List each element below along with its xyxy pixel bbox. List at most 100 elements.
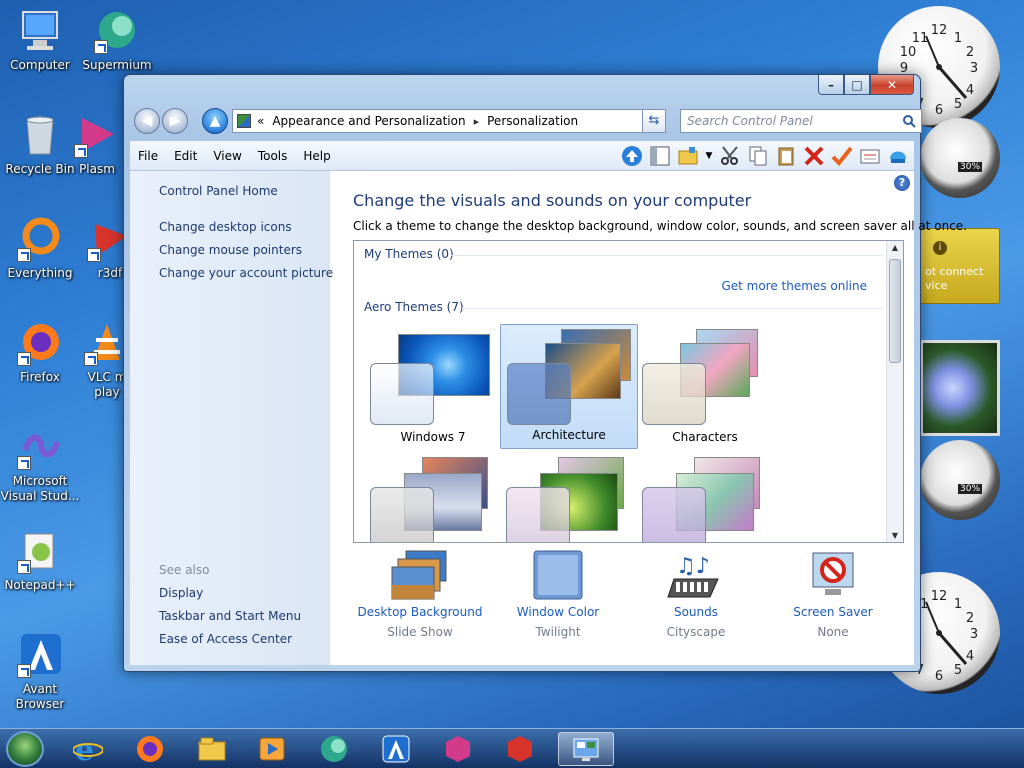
desktop-background-label[interactable]: Desktop Background — [345, 605, 495, 619]
help-icon[interactable]: ? — [894, 175, 910, 191]
breadcrumb-separator-icon[interactable]: ▸ — [474, 115, 480, 128]
back-button[interactable]: ◀ — [134, 108, 160, 134]
sounds-setting[interactable]: ♫♪ Sounds Cityscape — [621, 549, 771, 639]
refresh-icon: ⇆ — [648, 113, 660, 128]
forward-button[interactable]: ▶ — [162, 108, 188, 134]
menu-view[interactable]: View — [205, 149, 249, 163]
taskbar-media-player[interactable] — [248, 732, 296, 766]
theme-scenes[interactable] — [636, 453, 774, 542]
theme-landscapes[interactable] — [364, 453, 502, 542]
toolbar-check-icon[interactable] — [830, 144, 854, 168]
toolbar-shell-icon[interactable] — [886, 144, 910, 168]
supermium-icon — [94, 8, 140, 54]
close-button[interactable]: ✕ — [870, 75, 914, 95]
toolbar-copy-icon[interactable] — [746, 144, 770, 168]
maximize-button[interactable]: □ — [844, 75, 870, 95]
taskbar-plasma[interactable] — [434, 732, 482, 766]
desktop-icon-avant-browser[interactable]: Avant Browser — [0, 632, 80, 712]
scroll-thumb[interactable] — [889, 259, 901, 363]
taskbar-personalization[interactable] — [558, 732, 614, 766]
toolbar-panes-icon[interactable] — [648, 144, 672, 168]
menu-tools[interactable]: Tools — [250, 149, 296, 163]
desktop-icon-computer[interactable]: Computer — [0, 8, 80, 73]
window-color-label[interactable]: Window Color — [483, 605, 633, 619]
theme-name: Characters — [672, 430, 738, 444]
desktop-icon-plasma[interactable]: Plasm — [67, 112, 127, 177]
scroll-down-icon[interactable]: ▼ — [887, 531, 903, 540]
ease-of-access-link[interactable]: Ease of Access Center — [159, 632, 292, 646]
menu-bar: File Edit View Tools Help ▼ — [130, 141, 914, 171]
svg-text:1: 1 — [954, 31, 962, 46]
toolbar-dropdown-icon[interactable]: ▼ — [704, 144, 714, 168]
toolbar-cut-icon[interactable] — [718, 144, 742, 168]
desktop-icon-visual-studio[interactable]: Microsoft Visual Stud... — [0, 424, 80, 504]
address-overflow-icon[interactable]: « — [257, 114, 264, 128]
shortcut-arrow-icon — [87, 248, 101, 262]
toolbar-up-icon[interactable] — [620, 144, 644, 168]
taskbar-avant-browser[interactable] — [372, 732, 420, 766]
theme-name: Windows 7 — [400, 430, 466, 444]
page-subtitle: Click a theme to change the desktop back… — [353, 219, 967, 233]
menu-help[interactable]: Help — [295, 149, 338, 163]
theme-characters[interactable]: Characters — [636, 325, 774, 450]
start-orb-icon[interactable] — [6, 731, 44, 767]
shortcut-arrow-icon — [17, 560, 31, 574]
desktop-icon-supermium[interactable]: Supermium — [77, 8, 157, 73]
desktop-icon-notepadpp[interactable]: Notepad++ — [0, 528, 80, 593]
cpu-meter-gadget[interactable]: 30% — [920, 118, 1000, 198]
change-desktop-icons-link[interactable]: Change desktop icons — [159, 220, 292, 234]
window-color-setting[interactable]: Window Color Twilight — [483, 549, 633, 639]
theme-list-scrollbar[interactable]: ▲ ▼ — [886, 241, 903, 542]
breadcrumb-appearance[interactable]: Appearance and Personalization — [272, 114, 465, 128]
toolbar-folder-icon[interactable] — [676, 144, 700, 168]
shortcut-arrow-icon — [94, 40, 108, 54]
shortcut-arrow-icon — [17, 352, 31, 366]
address-bar[interactable]: « Appearance and Personalization ▸ Perso… — [232, 109, 666, 133]
avant-browser-icon — [382, 735, 410, 763]
taskbar-supermium[interactable] — [310, 732, 358, 766]
screen-saver-setting[interactable]: Screen Saver None — [758, 549, 908, 639]
desktop-icon-everything[interactable]: Everything — [0, 216, 80, 281]
taskbar-file-explorer[interactable] — [188, 732, 236, 766]
display-link[interactable]: Display — [159, 586, 203, 600]
internet-explorer-icon: e — [73, 734, 103, 764]
svg-text:1: 1 — [954, 597, 962, 612]
change-mouse-pointers-link[interactable]: Change mouse pointers — [159, 243, 302, 257]
refresh-button[interactable]: ⇆ — [642, 109, 666, 133]
toolbar-paste-icon[interactable] — [774, 144, 798, 168]
news-gadget[interactable]: i ot connect vice — [920, 228, 1000, 304]
desktop-background-setting[interactable]: Desktop Background Slide Show — [345, 549, 495, 639]
menu-file[interactable]: File — [130, 149, 166, 163]
search-input[interactable]: Search Control Panel — [680, 109, 922, 133]
visual-studio-icon — [17, 424, 63, 470]
theme-windows7[interactable]: Windows 7 — [364, 325, 502, 450]
theme-glass-swatch — [370, 487, 434, 542]
desktop-icon-firefox[interactable]: Firefox — [0, 320, 80, 385]
window-color-value: Twilight — [535, 625, 581, 639]
theme-architecture[interactable]: Architecture — [500, 324, 638, 449]
avant-browser-icon — [17, 632, 63, 678]
taskbar-internet-explorer[interactable]: e — [64, 732, 112, 766]
up-button[interactable]: ▲ — [202, 108, 228, 134]
search-placeholder: Search Control Panel — [687, 114, 813, 128]
theme-nature[interactable] — [500, 453, 638, 542]
search-icon[interactable] — [902, 114, 916, 128]
slideshow-gadget[interactable] — [920, 340, 1000, 436]
get-more-themes-link[interactable]: Get more themes online — [721, 279, 867, 293]
sounds-label[interactable]: Sounds — [621, 605, 771, 619]
breadcrumb-personalization[interactable]: Personalization — [487, 114, 578, 128]
scroll-up-icon[interactable]: ▲ — [887, 243, 903, 252]
shortcut-arrow-icon — [84, 352, 98, 366]
menu-edit[interactable]: Edit — [166, 149, 205, 163]
control-panel-home-link[interactable]: Control Panel Home — [159, 184, 278, 198]
screen-saver-label[interactable]: Screen Saver — [758, 605, 908, 619]
cpu-meter-gadget-2[interactable]: 30% — [920, 440, 1000, 520]
minimize-button[interactable]: – — [818, 75, 844, 95]
toolbar-properties-icon[interactable] — [858, 144, 882, 168]
taskbar-r3dfox[interactable] — [496, 732, 544, 766]
taskbar-start-menu-link[interactable]: Taskbar and Start Menu — [159, 609, 301, 623]
toolbar-delete-icon[interactable] — [802, 144, 826, 168]
taskbar-firefox[interactable] — [126, 732, 174, 766]
divider — [450, 255, 883, 256]
change-account-picture-link[interactable]: Change your account picture — [159, 266, 333, 280]
